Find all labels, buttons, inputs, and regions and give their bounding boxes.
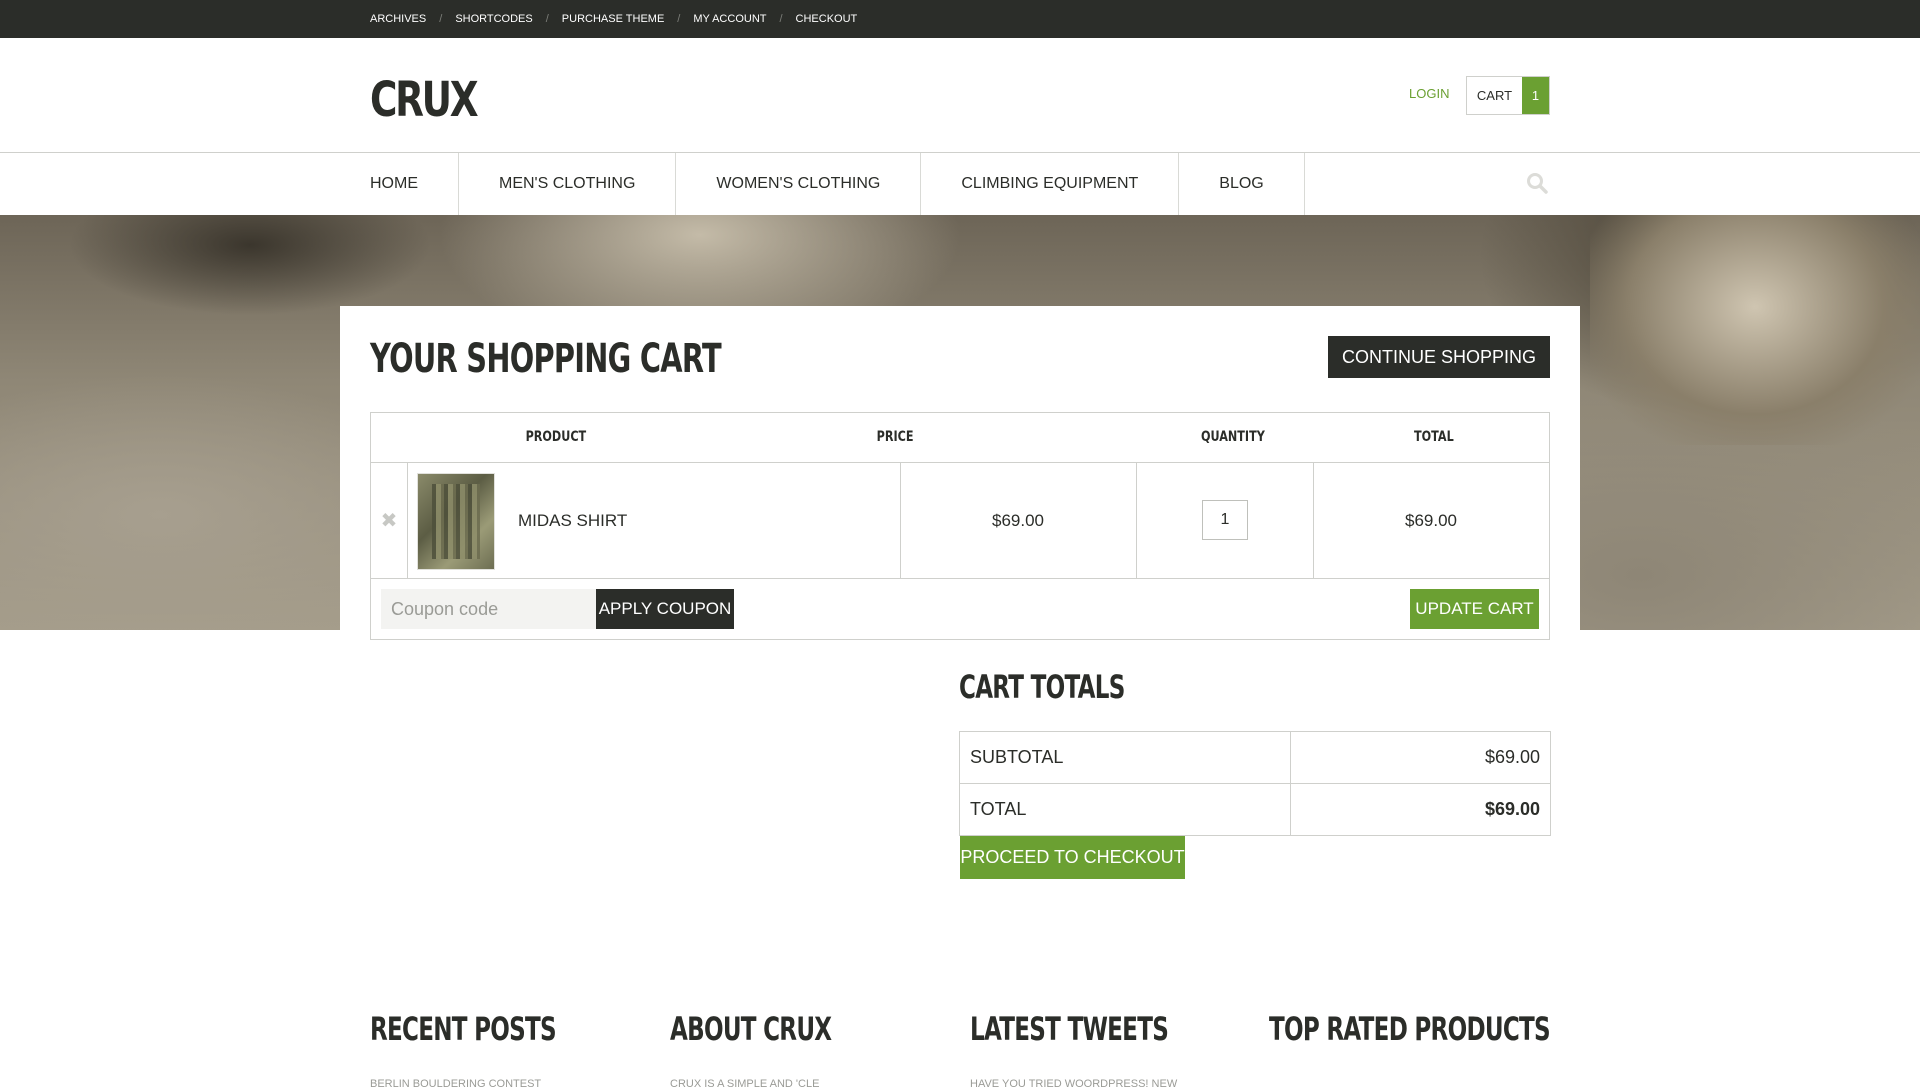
top-links: ARCHIVES / SHORTCODES / PURCHASE THEME /… bbox=[370, 0, 857, 38]
nav-item-climbing-equipment[interactable]: CLIMBING EQUIPMENT bbox=[921, 153, 1180, 215]
subtotal-label: SUBTOTAL bbox=[970, 747, 1064, 767]
close-icon: ✖ bbox=[380, 510, 398, 532]
tweet-text: HAVE YOU TRIED WOORDPRESS! NEW bbox=[970, 1078, 1178, 1090]
product-name-link[interactable]: MIDAS SHIRT bbox=[518, 463, 627, 578]
top-link-shortcodes[interactable]: SHORTCODES bbox=[455, 13, 532, 25]
subtotal-row: SUBTOTAL $69.00 bbox=[960, 732, 1550, 784]
table-row: ✖ MIDAS SHIRT $69.00 1 $69.00 bbox=[371, 463, 1549, 579]
cart-count-badge: 1 bbox=[1522, 77, 1549, 114]
update-cart-button[interactable]: UPDATE CART bbox=[1410, 589, 1539, 629]
top-link-checkout[interactable]: CHECKOUT bbox=[796, 13, 858, 25]
page-title: YOUR SHOPPING CART bbox=[370, 336, 722, 382]
main-nav: HOME MEN'S CLOTHING WOMEN'S CLOTHING CLI… bbox=[0, 152, 1920, 216]
product-thumbnail[interactable] bbox=[417, 473, 495, 570]
nav-items: HOME MEN'S CLOTHING WOMEN'S CLOTHING CLI… bbox=[370, 153, 1305, 215]
top-link-separator: / bbox=[779, 13, 783, 25]
column-header-price: PRICE bbox=[876, 429, 914, 445]
proceed-to-checkout-button[interactable]: PROCEED TO CHECKOUT bbox=[960, 836, 1185, 879]
column-header-total: TOTAL bbox=[1413, 429, 1454, 445]
nav-item-womens-clothing[interactable]: WOMEN'S CLOTHING bbox=[676, 153, 922, 215]
column-divider bbox=[1290, 784, 1291, 835]
coupon-code-input[interactable]: Coupon code bbox=[381, 589, 596, 629]
recent-post-link[interactable]: BERLIN BOULDERING CONTEST bbox=[370, 1078, 541, 1090]
column-header-product: PRODUCT bbox=[525, 429, 587, 445]
cart-totals-table: SUBTOTAL $69.00 TOTAL $69.00 bbox=[959, 731, 1551, 836]
site-logo[interactable]: CRUX bbox=[370, 72, 479, 128]
product-subtotal: $69.00 bbox=[1405, 510, 1457, 530]
widget-title-about: ABOUT CRUX bbox=[670, 1010, 832, 1048]
continue-shopping-button[interactable]: CONTINUE SHOPPING bbox=[1328, 336, 1550, 378]
nav-item-mens-clothing[interactable]: MEN'S CLOTHING bbox=[459, 153, 677, 215]
apply-coupon-button[interactable]: APPLY COUPON bbox=[596, 589, 734, 629]
top-link-separator: / bbox=[439, 13, 443, 25]
subtotal-value: $69.00 bbox=[1484, 747, 1540, 767]
nav-item-home[interactable]: HOME bbox=[370, 153, 459, 215]
quantity-input[interactable]: 1 bbox=[1202, 500, 1248, 540]
login-link[interactable]: LOGIN bbox=[1409, 86, 1449, 101]
widget-title-recent-posts: RECENT POSTS bbox=[370, 1010, 557, 1048]
product-price: $69.00 bbox=[992, 510, 1044, 530]
hero-climber-image bbox=[1590, 215, 1920, 445]
total-label: TOTAL bbox=[970, 799, 1027, 819]
cart-table: PRODUCT PRICE QUANTITY TOTAL ✖ MIDAS SHI… bbox=[370, 412, 1550, 640]
cart-label: CART bbox=[1476, 88, 1513, 103]
search-icon[interactable] bbox=[1526, 172, 1548, 194]
total-row: TOTAL $69.00 bbox=[960, 784, 1550, 835]
widget-title-latest-tweets: LATEST TWEETS bbox=[970, 1010, 1169, 1048]
total-value: $69.00 bbox=[1484, 799, 1540, 819]
cart-table-header: PRODUCT PRICE QUANTITY TOTAL bbox=[371, 413, 1549, 463]
cart-card: YOUR SHOPPING CART CONTINUE SHOPPING PRO… bbox=[340, 306, 1580, 640]
about-text: CRUX is a simple and 'cle bbox=[670, 1078, 820, 1090]
column-header-quantity: QUANTITY bbox=[1200, 429, 1265, 445]
cart-totals-title: CART TOTALS bbox=[959, 668, 1125, 706]
top-bar: ARCHIVES / SHORTCODES / PURCHASE THEME /… bbox=[0, 0, 1920, 38]
top-link-my-account[interactable]: MY ACCOUNT bbox=[693, 13, 766, 25]
cart-actions: Coupon code APPLY COUPON UPDATE CART bbox=[371, 579, 1549, 639]
top-link-archives[interactable]: ARCHIVES bbox=[370, 13, 426, 25]
nav-item-blog[interactable]: BLOG bbox=[1179, 153, 1305, 215]
site-header: CRUX LOGIN CART 1 bbox=[0, 38, 1920, 152]
header-cart-button[interactable]: CART 1 bbox=[1466, 76, 1550, 115]
top-link-purchase-theme[interactable]: PURCHASE THEME bbox=[562, 13, 664, 25]
remove-item-button[interactable]: ✖ bbox=[371, 463, 408, 578]
top-link-separator: / bbox=[677, 13, 681, 25]
column-divider bbox=[1290, 732, 1291, 783]
widget-title-top-rated: TOP RATED PRODUCTS bbox=[1269, 1010, 1551, 1048]
column-divider bbox=[1136, 463, 1137, 578]
top-link-separator: / bbox=[545, 13, 549, 25]
